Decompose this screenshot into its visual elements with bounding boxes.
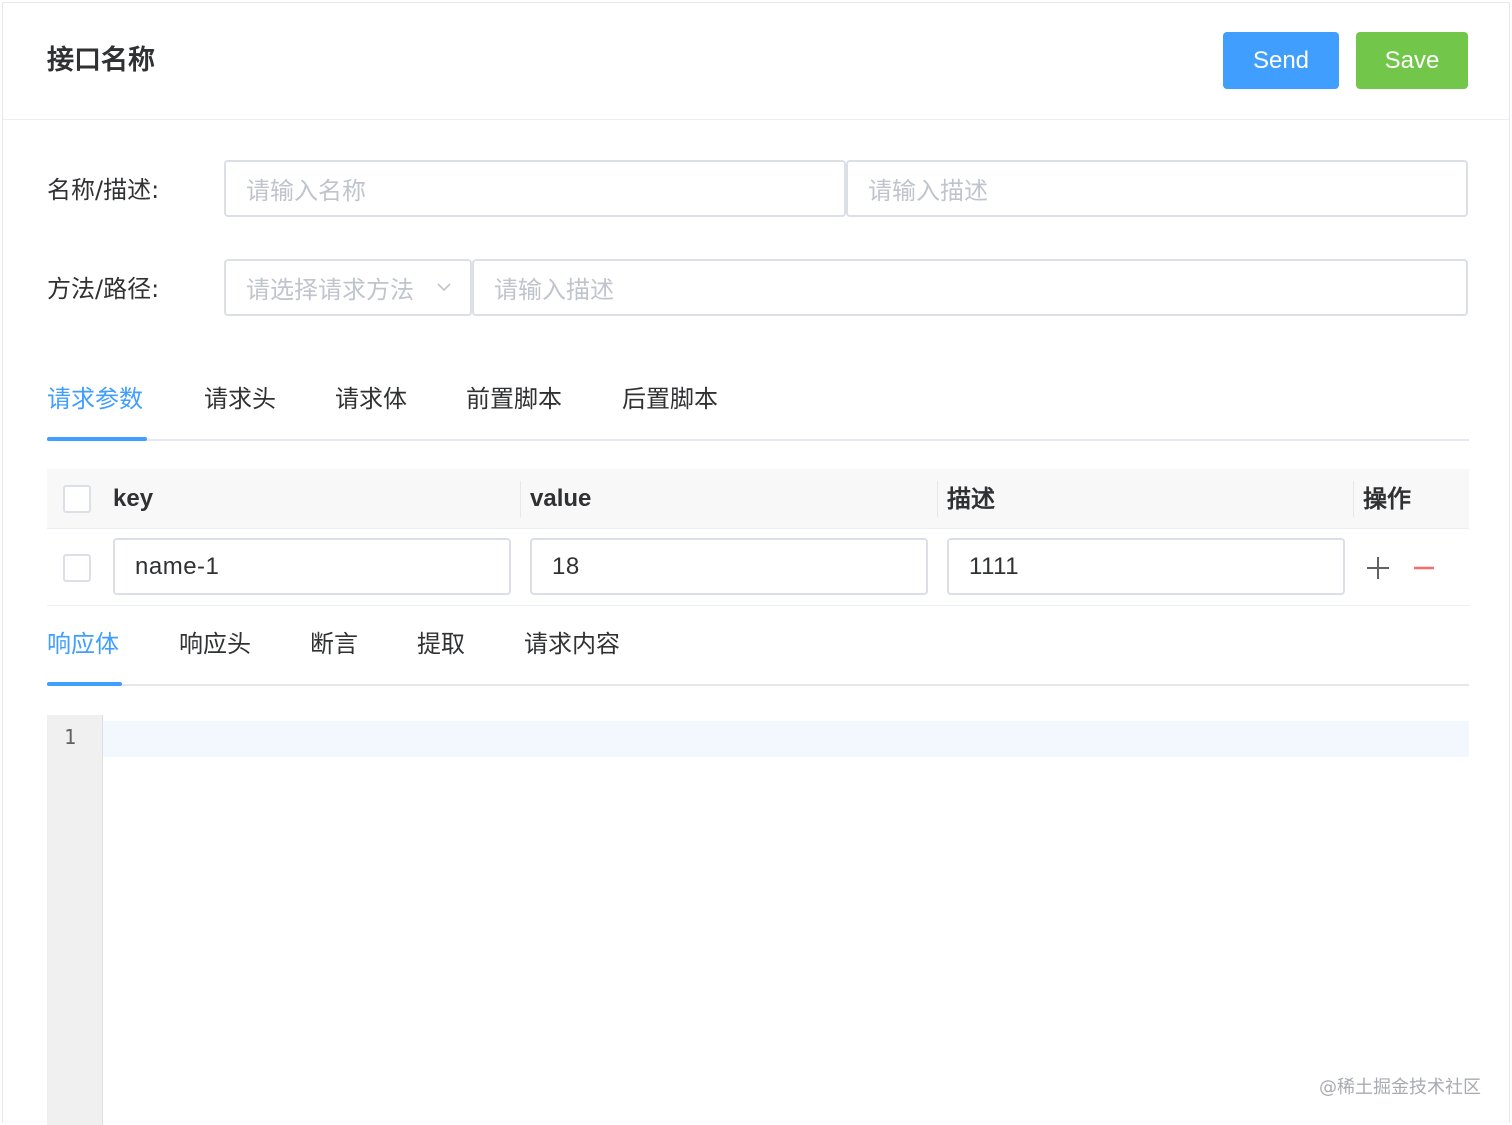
- path-input-placeholder: 请输入描述: [494, 276, 614, 304]
- param-value-value: 18: [552, 552, 580, 580]
- tab-assertions[interactable]: 断言: [310, 604, 358, 684]
- name-input[interactable]: 请输入名称: [224, 160, 846, 217]
- column-header-key: key: [113, 485, 154, 512]
- param-description-value: 1111: [969, 552, 1020, 580]
- tab-post-script[interactable]: 后置脚本: [622, 359, 718, 439]
- code-text-area[interactable]: [103, 715, 1469, 1125]
- param-value-input[interactable]: 18: [530, 538, 928, 595]
- chevron-down-icon[interactable]: [436, 279, 452, 295]
- api-editor-panel: 接口名称 Send Save 名称/描述: 请输入名称 请输入描述 方法/路径:…: [2, 2, 1510, 1125]
- panel-header: 接口名称 Send Save: [3, 3, 1509, 120]
- tab-request-body[interactable]: 请求体: [335, 359, 407, 439]
- description-input[interactable]: 请输入描述: [846, 160, 1468, 217]
- select-all-checkbox[interactable]: [63, 485, 91, 513]
- tab-response-headers[interactable]: 响应头: [179, 604, 251, 684]
- line-number: 1: [63, 725, 77, 749]
- tab-request-content[interactable]: 请求内容: [524, 604, 620, 684]
- save-button[interactable]: Save: [1356, 32, 1468, 89]
- page-title: 接口名称: [47, 45, 155, 76]
- param-description-input[interactable]: 1111: [947, 538, 1345, 595]
- column-divider: [937, 481, 938, 517]
- column-header-actions: 操作: [1363, 485, 1411, 513]
- response-tabs: 响应体 响应头 断言 提取 请求内容: [47, 604, 1469, 686]
- tab-request-params[interactable]: 请求参数: [47, 359, 143, 439]
- tab-extract[interactable]: 提取: [417, 604, 465, 684]
- active-tab-indicator: [47, 682, 122, 686]
- tab-request-headers[interactable]: 请求头: [204, 359, 276, 439]
- path-input[interactable]: 请输入描述: [472, 259, 1468, 316]
- description-input-placeholder: 请输入描述: [868, 177, 988, 205]
- plus-icon[interactable]: [1365, 555, 1391, 581]
- params-table-header: key value 描述 操作: [47, 469, 1469, 529]
- send-button[interactable]: Send: [1223, 32, 1339, 89]
- name-input-placeholder: 请输入名称: [246, 177, 366, 205]
- param-key-input[interactable]: name-1: [113, 538, 511, 595]
- column-header-value: value: [530, 485, 592, 512]
- method-path-label: 方法/路径:: [47, 275, 160, 303]
- method-select-placeholder: 请选择请求方法: [246, 276, 414, 304]
- request-tabs: 请求参数 请求头 请求体 前置脚本 后置脚本: [47, 359, 1469, 441]
- watermark: @稀土掘金技术社区: [1319, 1077, 1481, 1098]
- table-row: name-1 18 1111: [47, 530, 1469, 606]
- param-key-value: name-1: [135, 552, 220, 580]
- name-description-label: 名称/描述:: [47, 176, 160, 204]
- column-divider: [520, 481, 521, 517]
- editor-gutter: 1: [47, 715, 103, 1125]
- minus-icon[interactable]: [1411, 555, 1437, 581]
- tab-pre-script[interactable]: 前置脚本: [466, 359, 562, 439]
- tab-response-body[interactable]: 响应体: [47, 604, 119, 684]
- response-code-editor: 1: [47, 715, 1469, 1125]
- row-checkbox[interactable]: [63, 554, 91, 582]
- method-select[interactable]: 请选择请求方法: [224, 259, 472, 316]
- column-divider: [1353, 481, 1354, 517]
- column-header-description: 描述: [947, 485, 995, 513]
- active-tab-indicator: [47, 437, 147, 441]
